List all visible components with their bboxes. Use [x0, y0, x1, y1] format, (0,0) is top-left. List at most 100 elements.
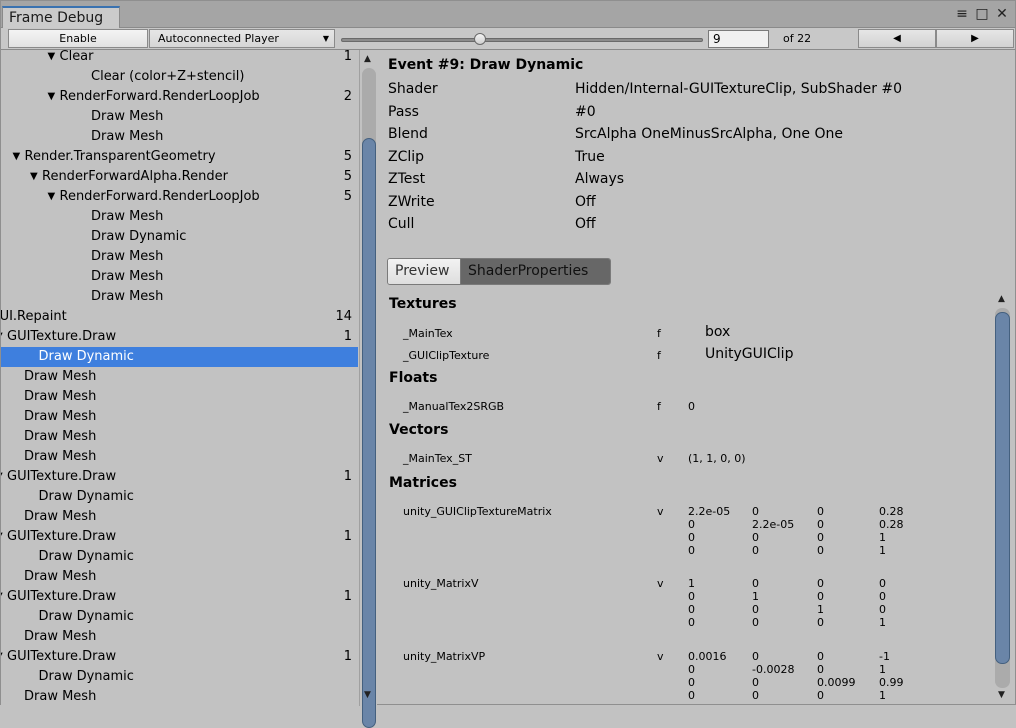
tree-row[interactable]: Draw Mesh — [1, 127, 358, 147]
expand-arrow-icon[interactable]: ▼ — [30, 167, 38, 187]
tree-row[interactable]: Draw Mesh — [1, 427, 358, 447]
tree-row[interactable]: Draw Mesh — [1, 387, 358, 407]
tree-row[interactable]: Draw Mesh — [1, 287, 358, 307]
matrix-cell: 0 — [688, 663, 695, 676]
tree-row[interactable]: Draw Mesh — [1, 627, 358, 647]
tree-row-count: 1 — [343, 50, 352, 64]
expand-arrow-icon[interactable]: ▼ — [1, 467, 3, 487]
tree-row-label: Draw Mesh — [24, 509, 97, 524]
expand-arrow-icon[interactable]: ▼ — [1, 587, 3, 607]
tree-row[interactable]: Draw Mesh — [1, 567, 358, 587]
expand-arrow-icon[interactable]: ▼ — [48, 87, 56, 107]
tree-row[interactable]: Draw Dynamic — [1, 487, 358, 507]
property-value: SrcAlpha OneMinusSrcAlpha, One One — [575, 126, 844, 142]
tree-row[interactable]: Draw Mesh — [1, 107, 358, 127]
tree-row-label: GUI.Repaint — [1, 309, 67, 324]
menu-icon[interactable]: ≡ — [955, 6, 969, 22]
properties-scroll-thumb[interactable] — [995, 312, 1010, 664]
tree-row[interactable]: ▼ RenderForward.RenderLoopJob 2 — [1, 87, 358, 107]
tree-row[interactable]: Draw Mesh — [1, 507, 358, 527]
slider-thumb[interactable] — [473, 33, 486, 45]
tree-row[interactable]: Draw Dynamic — [1, 607, 358, 627]
tree-row[interactable]: ▼ GUITexture.Draw 1 — [1, 647, 358, 667]
matrix-type: v — [657, 650, 664, 663]
event-index-input[interactable]: 9 — [708, 30, 769, 48]
event-slider[interactable] — [341, 33, 703, 45]
matrix-cell: 0 — [752, 676, 759, 689]
tree-row[interactable]: ▼ GUITexture.Draw 1 — [1, 327, 358, 347]
texture-value[interactable]: UnityGUIClip — [705, 346, 793, 362]
tree-row-count: 1 — [343, 469, 352, 484]
expand-arrow-icon[interactable]: ▼ — [1, 527, 3, 547]
tab-preview[interactable]: Preview — [388, 259, 461, 284]
tree-scrollbar[interactable]: ▲ ▼ — [359, 50, 377, 728]
window-tab[interactable]: Frame Debug — [2, 6, 120, 28]
tree-row-label: Render.TransparentGeometry — [24, 149, 216, 164]
tree-row[interactable]: Draw Mesh — [1, 207, 358, 227]
tree-row[interactable]: Draw Mesh — [1, 267, 358, 287]
float-value[interactable]: 0 — [688, 400, 695, 413]
matrix-cell: 0 — [688, 518, 695, 531]
tree-row-label: GUITexture.Draw — [7, 329, 117, 344]
properties-scrollbar[interactable]: ▲ ▼ — [993, 292, 1013, 706]
tree-row[interactable]: Draw Mesh — [1, 367, 358, 387]
expand-arrow-icon[interactable]: ▼ — [48, 50, 56, 67]
matrix-cell: 1 — [879, 616, 886, 629]
property-key: Blend — [388, 126, 428, 142]
scroll-down-icon[interactable]: ▼ — [364, 690, 371, 700]
tree-row-label: Draw Mesh — [91, 209, 164, 224]
event-details-panel: Event #9: Draw Dynamic Shader Hidden/Inte… — [378, 50, 1015, 706]
matrix-cell: 0 — [752, 505, 759, 518]
tree-row-label: Draw Mesh — [91, 289, 164, 304]
tree-row[interactable]: Draw Mesh — [1, 407, 358, 427]
tree-scroll-thumb[interactable] — [362, 138, 376, 728]
matrix-cell: 0 — [817, 590, 824, 603]
tree-row[interactable]: ▼ Render.TransparentGeometry 5 — [1, 147, 358, 167]
tree-row-label: Draw Dynamic — [38, 349, 134, 364]
tree-row[interactable]: ▼ GUITexture.Draw 1 — [1, 587, 358, 607]
tree-row[interactable]: Draw Dynamic — [1, 667, 358, 687]
player-dropdown[interactable]: Autoconnected Player ▼ — [149, 29, 335, 48]
tab-shader-properties[interactable]: ShaderProperties — [461, 259, 610, 284]
matrix-cell: 0 — [688, 590, 695, 603]
maximize-icon[interactable]: □ — [975, 6, 989, 22]
tree-row-selected[interactable]: Draw Dynamic — [1, 347, 358, 367]
close-icon[interactable]: ✕ — [995, 6, 1009, 22]
matrix-cell: 0 — [752, 650, 759, 663]
expand-arrow-icon[interactable]: ▼ — [48, 187, 56, 207]
tree-row-label: Draw Mesh — [24, 389, 97, 404]
scroll-up-icon[interactable]: ▲ — [364, 54, 371, 64]
tree-row[interactable]: ▼ RenderForwardAlpha.Render 5 — [1, 167, 358, 187]
tree-row[interactable]: ▼ GUITexture.Draw 1 — [1, 527, 358, 547]
tree-row-count: 5 — [343, 189, 352, 204]
next-event-button[interactable]: ▶ — [936, 29, 1014, 48]
float-name: _ManualTex2SRGB — [403, 400, 505, 413]
matrix-cell: 2.2e-05 — [688, 505, 731, 518]
matrix-cell: 0 — [817, 544, 824, 557]
tree-row[interactable]: Draw Dynamic — [1, 227, 358, 247]
expand-arrow-icon[interactable]: ▼ — [1, 647, 3, 667]
tree-row[interactable]: ▼GUI.Repaint14 — [1, 307, 358, 327]
scroll-down-icon[interactable]: ▼ — [998, 690, 1005, 700]
vector-value[interactable]: (1, 1, 0, 0) — [688, 452, 746, 465]
previous-event-button[interactable]: ◀ — [858, 29, 936, 48]
tree-row[interactable]: Draw Mesh — [1, 247, 358, 267]
texture-value[interactable]: box — [705, 324, 730, 340]
enable-button[interactable]: Enable — [8, 29, 148, 48]
matrix-cell: 2.2e-05 — [752, 518, 795, 531]
tree-row[interactable]: Draw Mesh — [1, 687, 358, 706]
scroll-up-icon[interactable]: ▲ — [998, 294, 1005, 304]
tree-row[interactable]: ▼ Clear 1 — [1, 50, 358, 67]
property-value: Always — [575, 171, 625, 187]
expand-arrow-icon[interactable]: ▼ — [1, 327, 3, 347]
matrix-type: v — [657, 577, 664, 590]
tree-row-count: 5 — [343, 149, 352, 164]
expand-arrow-icon[interactable]: ▼ — [13, 147, 21, 167]
tree-row[interactable]: ▼ RenderForward.RenderLoopJob 5 — [1, 187, 358, 207]
tree-row[interactable]: Draw Mesh — [1, 447, 358, 467]
tree-row[interactable]: Draw Dynamic — [1, 547, 358, 567]
matrices-heading: Matrices — [389, 475, 457, 491]
tree-row[interactable]: ▼ GUITexture.Draw 1 — [1, 467, 358, 487]
tree-row[interactable]: Clear (color+Z+stencil) — [1, 67, 358, 87]
matrix-cell: 0 — [817, 650, 824, 663]
